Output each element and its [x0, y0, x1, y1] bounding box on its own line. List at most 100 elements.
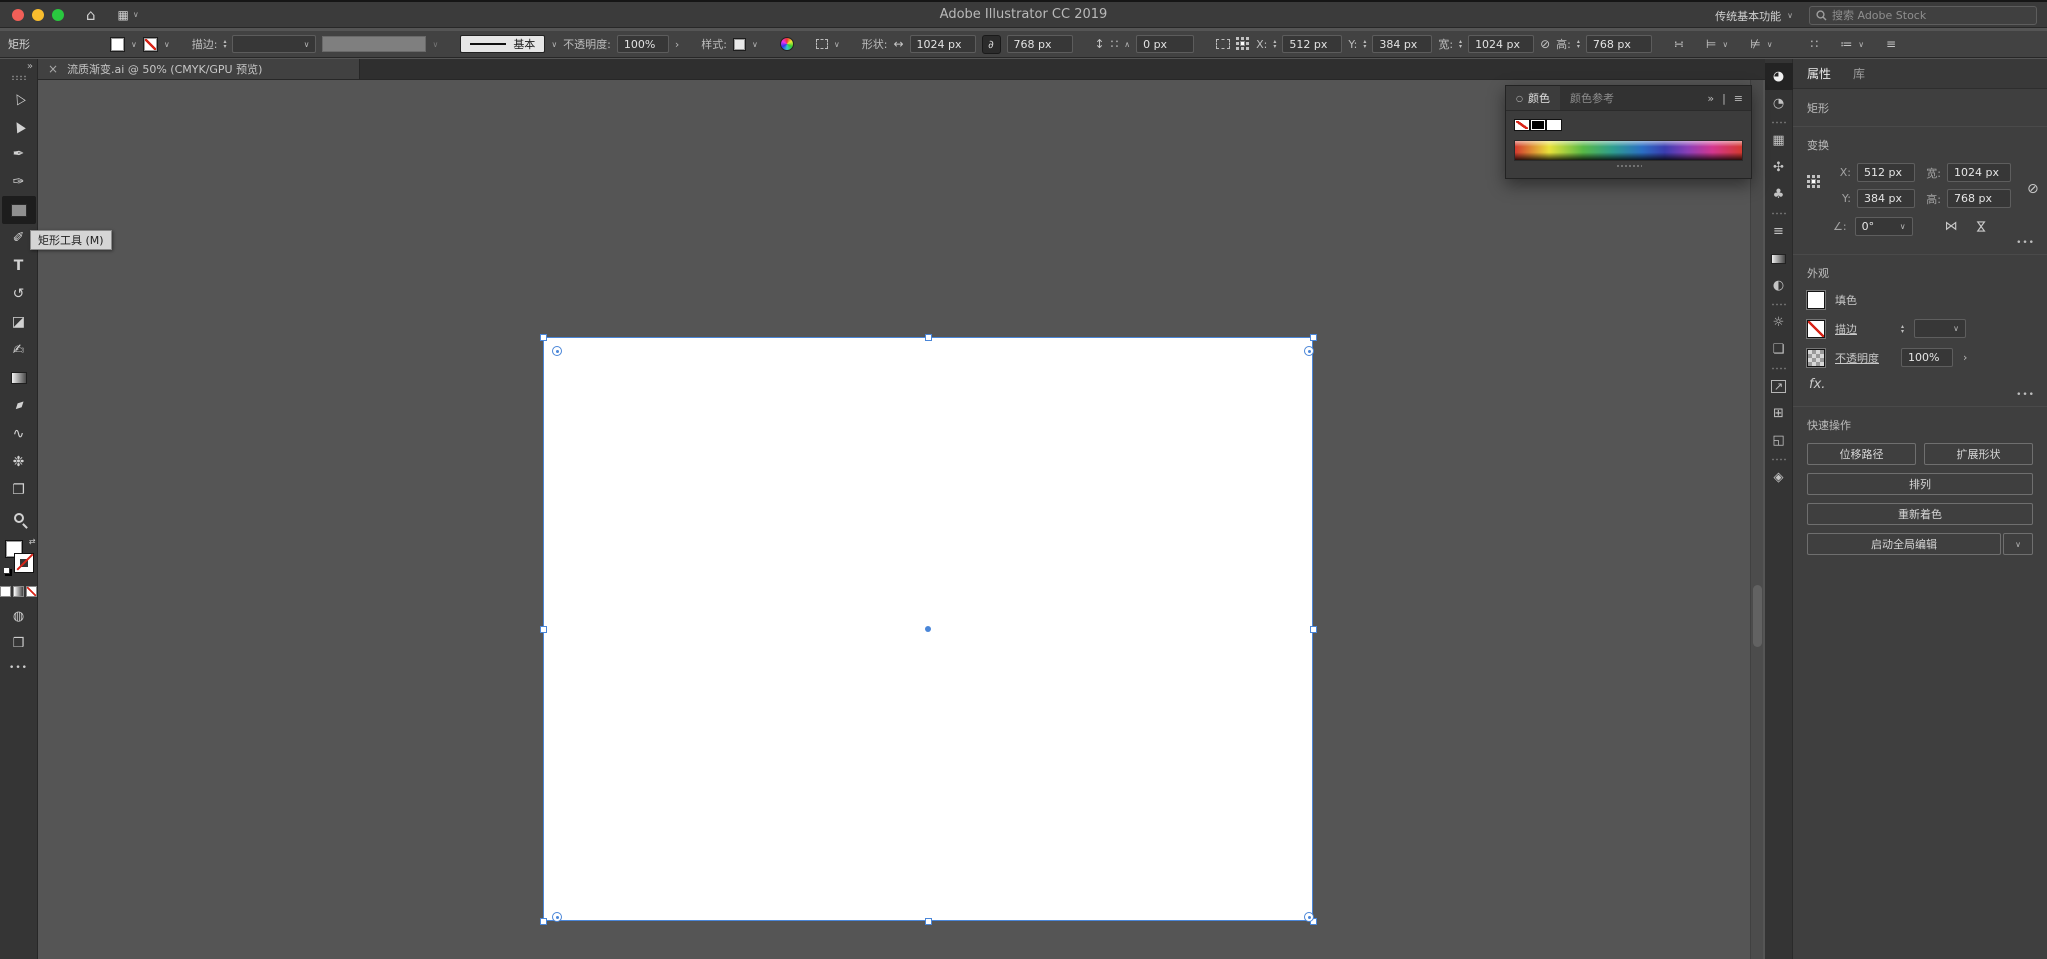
- flip-vertical-icon[interactable]: ⋈: [1973, 220, 1988, 233]
- reference-point-icon[interactable]: [1236, 37, 1250, 51]
- start-global-edit-button[interactable]: 启动全局编辑: [1807, 533, 2001, 555]
- expand-tools-icon[interactable]: »: [27, 61, 33, 72]
- zoom-tool[interactable]: [2, 504, 36, 532]
- stroke-color-swatch[interactable]: [142, 36, 158, 52]
- selection-center-point[interactable]: [925, 626, 931, 632]
- color-mode-button[interactable]: [0, 586, 11, 597]
- eyedropper-tool[interactable]: ♦: [2, 392, 36, 420]
- artboards-panel-icon[interactable]: ⊞: [1765, 400, 1793, 427]
- chevron-right-icon[interactable]: ›: [675, 38, 679, 51]
- zoom-window-button[interactable]: [52, 8, 64, 21]
- swatches-panel-icon[interactable]: ▦: [1765, 127, 1793, 154]
- global-edit-options-button[interactable]: ∨: [2003, 533, 2033, 555]
- arrange-documents-button[interactable]: ▦ ∨: [118, 8, 139, 22]
- rectangle-tool[interactable]: [1, 196, 36, 224]
- chevron-down-icon[interactable]: ∨: [432, 40, 438, 49]
- graphic-style-swatch[interactable]: [733, 37, 747, 51]
- symbol-sprayer-tool[interactable]: ❉: [2, 448, 36, 476]
- color-spectrum-bar[interactable]: [1514, 140, 1743, 161]
- more-transform-options[interactable]: •••: [2016, 238, 2035, 248]
- tab-libraries[interactable]: 库: [1853, 65, 1865, 82]
- height-field[interactable]: 768 px: [1585, 35, 1652, 53]
- shaper-tool[interactable]: ✍: [2, 336, 36, 364]
- width-field[interactable]: 1024 px: [1947, 163, 2011, 182]
- height-stepper[interactable]: ▴ ▾: [1577, 39, 1580, 50]
- draw-mode-icon[interactable]: ❒: [13, 636, 25, 651]
- y-field[interactable]: 384 px: [1372, 35, 1433, 53]
- chevron-right-icon[interactable]: ›: [1963, 351, 1967, 364]
- x-stepper[interactable]: ▴ ▾: [1273, 39, 1276, 50]
- direct-selection-tool[interactable]: ▲: [2, 112, 36, 140]
- brushes-panel-icon[interactable]: ✣: [1765, 154, 1793, 181]
- more-appearance-options[interactable]: •••: [2016, 390, 2035, 400]
- recolor-artwork-icon[interactable]: [779, 37, 794, 51]
- expand-shape-button[interactable]: 扩展形状: [1924, 443, 2033, 465]
- align-to-icon[interactable]: ≔: [1840, 37, 1852, 51]
- corner-radius-widget-bottom-left[interactable]: [552, 912, 562, 922]
- chevron-down-icon[interactable]: ∨: [834, 40, 840, 49]
- workspace-switcher[interactable]: 传统基本功能 ∨: [1715, 8, 1793, 24]
- x-field[interactable]: 512 px: [1282, 35, 1343, 53]
- bounding-box-icon[interactable]: [1216, 39, 1231, 49]
- constrain-proportions-icon[interactable]: ⊘: [2027, 163, 2039, 215]
- tools-grip-handle[interactable]: [10, 75, 27, 80]
- stroke-weight-stepper[interactable]: ▴ ▾: [223, 39, 226, 50]
- selection-handle-top-left[interactable]: [540, 334, 547, 341]
- select-similar-icon[interactable]: [815, 39, 828, 49]
- selection-handle-middle-left[interactable]: [540, 626, 547, 633]
- search-input[interactable]: [1832, 9, 2002, 22]
- export-panel-icon[interactable]: ↗: [1765, 373, 1793, 400]
- layers-panel-icon[interactable]: ◈: [1765, 464, 1793, 491]
- transform-more-icon[interactable]: ∺: [1674, 37, 1684, 51]
- graphic-styles-panel-icon[interactable]: ❏: [1765, 336, 1793, 363]
- artboard-tool[interactable]: ❐: [2, 476, 36, 504]
- gradient-panel-icon[interactable]: ◔: [1765, 90, 1793, 117]
- grid-snap-icon[interactable]: ∷: [1811, 37, 1819, 51]
- corner-dots-icon[interactable]: ∷: [1111, 37, 1119, 51]
- collapse-panel-icon[interactable]: »: [1707, 92, 1714, 105]
- distribute-objects-icon[interactable]: ⊭: [1750, 37, 1760, 51]
- effects-panel-icon[interactable]: ☼: [1765, 309, 1793, 336]
- symbols-panel-icon[interactable]: ♣: [1765, 181, 1793, 208]
- fill-color-swatch[interactable]: [110, 36, 125, 52]
- none-mode-button[interactable]: [26, 586, 37, 597]
- swap-fill-stroke-icon[interactable]: ⇄: [29, 537, 36, 546]
- chevron-down-icon[interactable]: ∨: [1858, 40, 1864, 49]
- flip-horizontal-icon[interactable]: ⋈: [1945, 219, 1958, 234]
- stroke-color-swatch[interactable]: [1807, 319, 1825, 338]
- brush-definition-dropdown[interactable]: [322, 36, 427, 52]
- shape-height-field[interactable]: 768 px: [1006, 35, 1073, 53]
- chevron-down-icon[interactable]: ∨: [752, 40, 758, 49]
- selection-handle-top-right[interactable]: [1310, 334, 1317, 341]
- rotate-angle-dropdown[interactable]: 0° ∨: [1854, 217, 1913, 236]
- vertical-scrollbar-thumb[interactable]: [1753, 585, 1762, 647]
- chevron-up-icon[interactable]: ∧: [1124, 40, 1130, 49]
- color-panel-icon[interactable]: ◕: [1764, 63, 1793, 90]
- stroke-style-dropdown[interactable]: 基本: [460, 35, 546, 53]
- selection-handle-middle-right[interactable]: [1310, 626, 1317, 633]
- fx-button[interactable]: fx.: [1809, 377, 2033, 392]
- chevron-down-icon[interactable]: ∨: [164, 40, 170, 49]
- corner-radius-widget-top-right[interactable]: [1304, 346, 1314, 356]
- canvas[interactable]: [38, 80, 1765, 959]
- shape-width-field[interactable]: 1024 px: [909, 35, 976, 53]
- stroke-swatch[interactable]: [13, 553, 34, 573]
- x-field[interactable]: 512 px: [1857, 163, 1915, 182]
- corner-radius-widget-bottom-right[interactable]: [1304, 912, 1314, 922]
- pen-tool[interactable]: ✒: [2, 140, 36, 168]
- chevron-down-icon[interactable]: ∨: [1767, 40, 1773, 49]
- corner-scale-icon[interactable]: ↕: [1095, 37, 1105, 51]
- transparency-panel-icon[interactable]: ◐: [1765, 272, 1793, 299]
- blend-tool[interactable]: ∿: [2, 420, 36, 448]
- corner-radius-widget-top-left[interactable]: [552, 346, 562, 356]
- gradient-tool[interactable]: [2, 364, 36, 392]
- opacity-field[interactable]: 100%: [1901, 348, 1953, 367]
- y-field[interactable]: 384 px: [1857, 189, 1915, 208]
- tab-properties[interactable]: 属性: [1807, 65, 1831, 82]
- none-color-swatch[interactable]: [1514, 119, 1530, 131]
- chevron-down-icon[interactable]: ∨: [551, 40, 557, 49]
- width-field[interactable]: 1024 px: [1468, 35, 1535, 53]
- selection-handle-top-center[interactable]: [925, 334, 932, 341]
- rotate-tool[interactable]: ↺: [2, 280, 36, 308]
- reference-point-icon[interactable]: [1807, 175, 1821, 189]
